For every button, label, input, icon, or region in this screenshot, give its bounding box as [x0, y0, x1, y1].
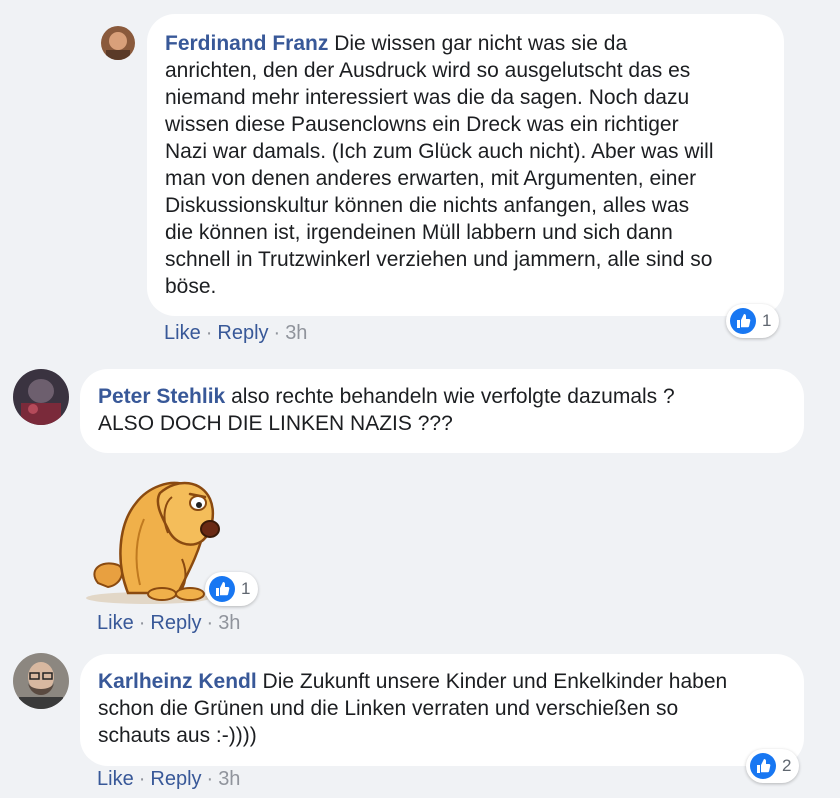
- reaction-count-badge[interactable]: 1: [205, 572, 259, 606]
- comment-author[interactable]: Ferdinand Franz: [165, 32, 328, 55]
- comment-text: böse.: [165, 275, 217, 298]
- reply-button[interactable]: Reply: [150, 768, 201, 790]
- comment-text: Nazi war damals. (Ich zum Glück auch nic…: [165, 140, 714, 163]
- reply-button[interactable]: Reply: [150, 612, 201, 634]
- avatar[interactable]: [13, 369, 69, 425]
- comment-text: wissen diese Pausenclowns ein Dreck was …: [165, 113, 679, 136]
- like-button[interactable]: Like: [97, 612, 134, 634]
- like-button[interactable]: Like: [164, 322, 201, 344]
- reaction-count: 1: [762, 311, 772, 330]
- comment-text: Diskussionskultur können die nichts anfa…: [165, 194, 690, 217]
- comment-author[interactable]: Karlheinz Kendl: [98, 670, 257, 693]
- reaction-count: 2: [782, 756, 792, 775]
- comment-bubble: Ferdinand Franz Die wissen gar nicht was…: [147, 14, 784, 316]
- comment-text: also rechte behandeln wie verfolgte dazu…: [231, 385, 675, 408]
- reaction-count: 1: [241, 579, 251, 598]
- like-button[interactable]: Like: [97, 768, 134, 790]
- comment-timestamp[interactable]: 3h: [285, 322, 307, 344]
- thumbs-up-icon: [750, 753, 776, 779]
- avatar[interactable]: [101, 26, 135, 60]
- reaction-count-badge[interactable]: 2: [746, 749, 800, 783]
- comment-actions: Like · Reply · 3h: [97, 768, 241, 790]
- comment-text: schnell in Trutzwinkerl verziehen und ja…: [165, 248, 713, 271]
- reply-button[interactable]: Reply: [217, 322, 268, 344]
- comment-bubble: Peter Stehlik also rechte behandeln wie …: [80, 369, 804, 453]
- comment-text: man von denen anderes erwarten, mit Argu…: [165, 167, 697, 190]
- comment-timestamp[interactable]: 3h: [218, 612, 240, 634]
- comment-text: Die Zukunft unsere Kinder und Enkelkinde…: [262, 670, 728, 693]
- comment-text: Die wissen gar nicht was sie da: [334, 32, 628, 55]
- comment-actions: Like · Reply · 3h: [97, 612, 241, 634]
- comment-text: die können ist, irgendeinen Müll labbern…: [165, 221, 673, 244]
- thumbs-up-icon: [730, 308, 756, 334]
- avatar[interactable]: [13, 653, 69, 709]
- thumbs-up-icon: [209, 576, 235, 602]
- reaction-count-badge[interactable]: 1: [726, 304, 780, 338]
- sad-dog-sticker[interactable]: [78, 463, 224, 605]
- comment-author[interactable]: Peter Stehlik: [98, 385, 225, 408]
- comment-actions: Like · Reply · 3h: [164, 322, 308, 344]
- comment-text: schon die Grünen und die Linken verraten…: [98, 697, 679, 720]
- comment-text: ALSO DOCH DIE LINKEN NAZIS ???: [98, 412, 453, 435]
- comment-timestamp[interactable]: 3h: [218, 768, 240, 790]
- comment-text: schauts aus :-)))): [98, 724, 257, 747]
- comment-text: anrichten, den der Ausdruck wird so ausg…: [165, 59, 691, 82]
- comment-bubble: Karlheinz Kendl Die Zukunft unsere Kinde…: [80, 654, 804, 766]
- comment-text: niemand mehr interessiert was die da sag…: [165, 86, 690, 109]
